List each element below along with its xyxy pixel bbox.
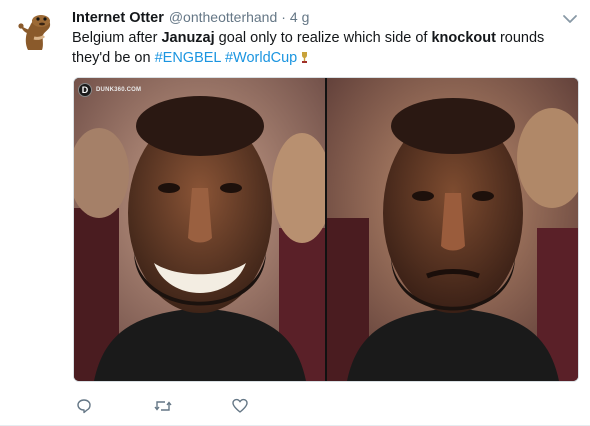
tweet-media[interactable]: D DUNK360.COM [73, 77, 579, 382]
photo-right-serious[interactable] [327, 78, 578, 381]
tweet-actions [76, 396, 310, 416]
tweet-text-bold: knockout [431, 30, 496, 46]
hashtag-link[interactable]: #WorldCup [225, 50, 297, 66]
tweet-text-bold: Januzaj [161, 30, 215, 46]
display-name[interactable]: Internet Otter [72, 10, 164, 26]
like-button[interactable] [232, 396, 310, 416]
reply-icon[interactable] [76, 398, 92, 414]
trophy-emoji-icon [300, 50, 309, 70]
tweet-timestamp[interactable]: 4 g [290, 9, 309, 25]
otter-avatar-icon[interactable] [14, 8, 60, 54]
watermark: D DUNK360.COM [78, 83, 141, 97]
tweet-card[interactable]: Internet Otter @ontheotterhand · 4 g Bel… [0, 0, 590, 426]
chevron-down-icon[interactable] [561, 12, 579, 26]
tweet-header: Internet Otter @ontheotterhand · 4 g [72, 9, 309, 29]
hashtag-link[interactable]: #ENGBEL [155, 50, 221, 66]
tweet-text: Belgium after Januzaj goal only to reali… [72, 28, 577, 70]
retweet-icon[interactable] [154, 398, 172, 414]
tweet-text-part: Belgium after [72, 30, 162, 46]
retweet-button[interactable] [154, 396, 232, 416]
heart-icon[interactable] [232, 398, 248, 414]
watermark-text: DUNK360.COM [96, 87, 142, 93]
user-handle[interactable]: @ontheotterhand [169, 9, 277, 25]
photo-left-smiling[interactable]: D DUNK360.COM [74, 78, 325, 381]
dunk360-logo-icon: D [78, 83, 92, 97]
tweet-text-part: goal only to realize which side of [214, 30, 432, 46]
reply-button[interactable] [76, 396, 154, 416]
separator-dot: · [281, 9, 286, 25]
